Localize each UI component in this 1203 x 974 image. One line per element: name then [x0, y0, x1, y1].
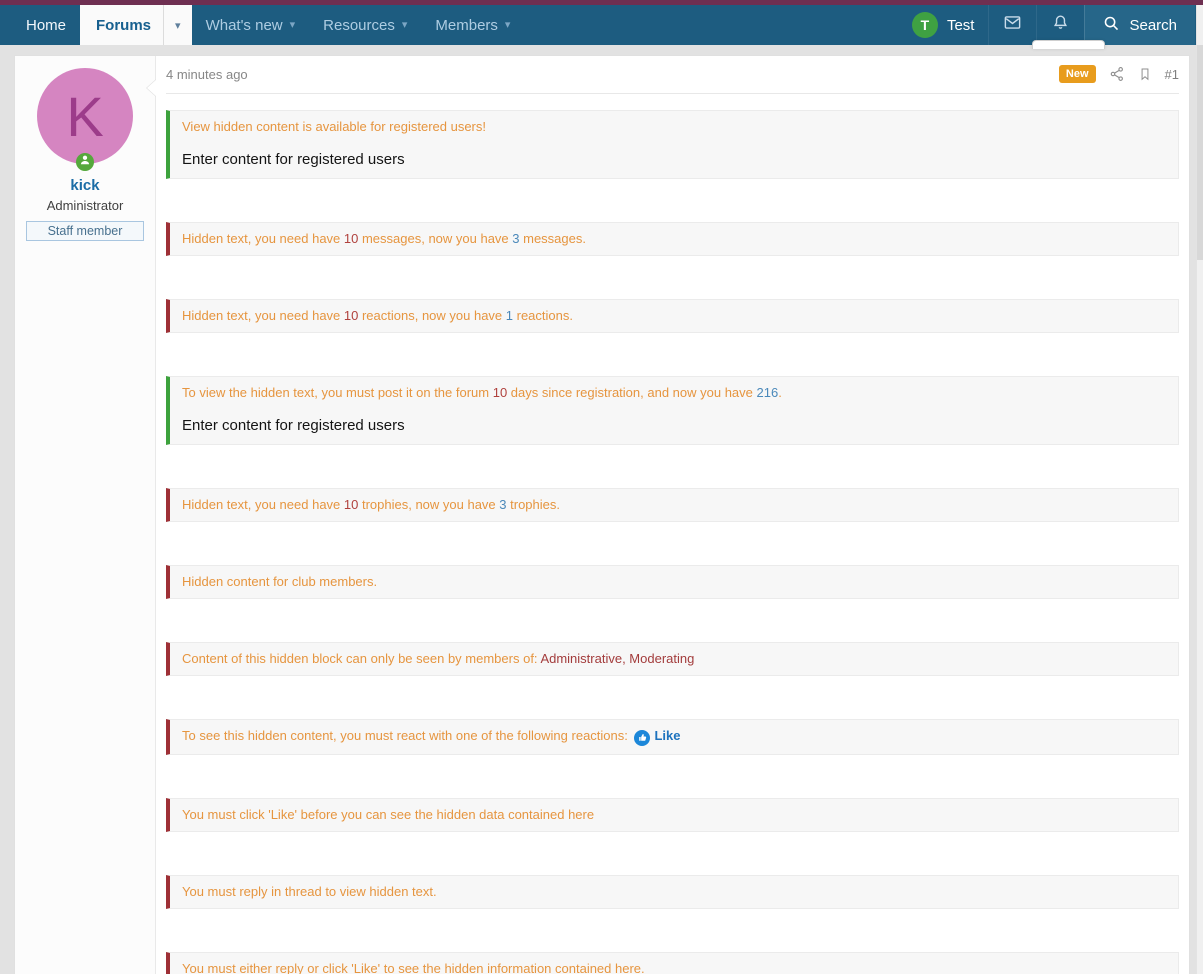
hidden-block-text: . — [778, 385, 782, 400]
hidden-block-text: 216 — [757, 385, 779, 400]
post-number-link[interactable]: #1 — [1165, 67, 1179, 82]
message-bubble-arrow — [146, 79, 156, 97]
hidden-block-title: Hidden content for club members. — [182, 574, 1166, 590]
search-label: Search — [1129, 17, 1177, 34]
message-content-cell: 4 minutes ago New #1 View hidden content — [156, 56, 1189, 974]
chevron-down-icon: ▾ — [505, 20, 511, 31]
hidden-block-title: To see this hidden content, you must rea… — [182, 728, 1166, 746]
hidden-block-title: You must either reply or click 'Like' to… — [182, 961, 1166, 974]
nav-item-home[interactable]: Home — [12, 5, 80, 45]
hidden-block: To see this hidden content, you must rea… — [166, 719, 1179, 755]
search-button[interactable]: Search — [1084, 5, 1195, 45]
bell-icon — [1051, 13, 1070, 37]
hidden-block-text: Hidden text, you need have — [182, 497, 344, 512]
hidden-block-text: Hidden text, you need have — [182, 308, 344, 323]
hidden-block-title: Content of this hidden block can only be… — [182, 651, 1166, 667]
main-navbar: Home Forums ▾ What's new ▾ Resources ▾ M… — [0, 5, 1203, 45]
nav-item-forums-label[interactable]: Forums — [80, 5, 163, 45]
hidden-block-text: reactions, now you have — [358, 308, 505, 323]
member-role: Administrator — [15, 198, 155, 213]
hidden-block-text: reactions. — [513, 308, 573, 323]
post-timestamp[interactable]: 4 minutes ago — [166, 67, 248, 82]
hidden-block: Hidden text, you need have 10 reactions,… — [166, 299, 1179, 333]
chevron-down-icon: ▾ — [402, 20, 408, 31]
hidden-block-text: trophies, now you have — [358, 497, 499, 512]
hidden-block-text: 10 — [344, 497, 358, 512]
hidden-block: You must click 'Like' before you can see… — [166, 798, 1179, 832]
message-user-cell: K kick Administrator Staff member — [15, 56, 156, 974]
hidden-block: Hidden text, you need have 10 messages, … — [166, 222, 1179, 256]
navbar-user-area: T Test Search — [898, 5, 1195, 45]
hidden-block-text: 3 — [499, 497, 506, 512]
search-icon — [1103, 15, 1120, 36]
hidden-block-title: Hidden text, you need have 10 messages, … — [182, 231, 1166, 247]
hidden-block-text: days since registration, and now you hav… — [507, 385, 756, 400]
hidden-block-text: To see this hidden content, you must rea… — [182, 728, 631, 743]
hidden-block-text: You must reply in thread to view hidden … — [182, 884, 437, 899]
hidden-block-title: You must reply in thread to view hidden … — [182, 884, 1166, 900]
thread-post: K kick Administrator Staff member 4 minu… — [14, 55, 1190, 974]
hidden-block-content: Enter content for registered users — [182, 149, 1166, 170]
hidden-block: Hidden text, you need have 10 trophies, … — [166, 488, 1179, 522]
chevron-down-icon[interactable]: ▾ — [163, 5, 192, 45]
chevron-down-icon: ▾ — [290, 20, 296, 31]
hidden-block-text: You must either reply or click 'Like' to… — [182, 961, 645, 974]
hidden-block-text: To view the hidden text, you must post i… — [182, 385, 493, 400]
user-name-label: Test — [947, 17, 975, 34]
hidden-block-text: 10 — [344, 231, 358, 246]
hidden-block-text: 10 — [493, 385, 507, 400]
hidden-block: Content of this hidden block can only be… — [166, 642, 1179, 676]
hidden-block-text: 3 — [512, 231, 519, 246]
hidden-block-text: You must click 'Like' before you can see… — [182, 807, 594, 822]
primary-nav: Home Forums ▾ What's new ▾ Resources ▾ M… — [12, 5, 524, 45]
nav-item-forums[interactable]: Forums ▾ — [80, 5, 192, 45]
hidden-block-title: You must click 'Like' before you can see… — [182, 807, 1166, 823]
message-header-actions: New #1 — [1059, 65, 1179, 83]
hidden-block: You must either reply or click 'Like' to… — [166, 952, 1179, 974]
hidden-block-title: Hidden text, you need have 10 trophies, … — [182, 497, 1166, 513]
hidden-block-text: Content of this hidden block can only be… — [182, 651, 540, 666]
hidden-block: You must reply in thread to view hidden … — [166, 875, 1179, 909]
hidden-block-text: Administrative, Moderating — [540, 651, 694, 666]
hidden-block-text: Hidden content for club members. — [182, 574, 377, 589]
member-username[interactable]: kick — [15, 177, 155, 194]
like-reaction-icon[interactable] — [634, 730, 650, 746]
alerts-button[interactable] — [1036, 5, 1084, 45]
staff-member-banner: Staff member — [26, 221, 144, 241]
bookmark-icon[interactable] — [1138, 66, 1152, 82]
hidden-blocks: View hidden content is available for reg… — [166, 110, 1179, 974]
hidden-block: To view the hidden text, you must post i… — [166, 376, 1179, 445]
nav-item-resources[interactable]: Resources ▾ — [309, 5, 421, 45]
hidden-block: Hidden content for club members. — [166, 565, 1179, 599]
hidden-block-title: Hidden text, you need have 10 reactions,… — [182, 308, 1166, 324]
hidden-block-text: Hidden text, you need have — [182, 231, 344, 246]
envelope-icon — [1003, 13, 1022, 37]
user-avatar[interactable]: T — [912, 12, 938, 38]
new-badge: New — [1059, 65, 1096, 83]
like-reaction-label[interactable]: Like — [654, 728, 680, 743]
nav-item-members[interactable]: Members ▾ — [421, 5, 524, 45]
hidden-block-text: messages. — [520, 231, 586, 246]
hidden-block-text: 10 — [344, 308, 358, 323]
hidden-block-content: Enter content for registered users — [182, 415, 1166, 436]
hidden-block-text: 1 — [506, 308, 513, 323]
message-header: 4 minutes ago New #1 — [166, 56, 1179, 94]
hidden-block-text: trophies. — [507, 497, 560, 512]
online-status-badge — [76, 153, 94, 171]
hidden-block-title: View hidden content is available for reg… — [182, 119, 1166, 135]
hidden-block-text: messages, now you have — [358, 231, 512, 246]
member-avatar[interactable]: K — [37, 68, 133, 164]
nav-item-whats-new[interactable]: What's new ▾ — [192, 5, 310, 45]
avatar-wrap: K — [37, 68, 133, 164]
hidden-block-text: View hidden content is available for reg… — [182, 119, 486, 134]
conversations-button[interactable] — [988, 5, 1036, 45]
scrollbar-track — [1196, 5, 1203, 974]
share-icon[interactable] — [1109, 66, 1125, 82]
scrollbar-thumb[interactable] — [1197, 45, 1203, 260]
hidden-block: View hidden content is available for reg… — [166, 110, 1179, 179]
hidden-block-title: To view the hidden text, you must post i… — [182, 385, 1166, 401]
account-menu-button[interactable]: T Test — [898, 5, 989, 45]
dropdown-popup-edge — [1032, 40, 1105, 49]
person-icon — [79, 153, 91, 171]
